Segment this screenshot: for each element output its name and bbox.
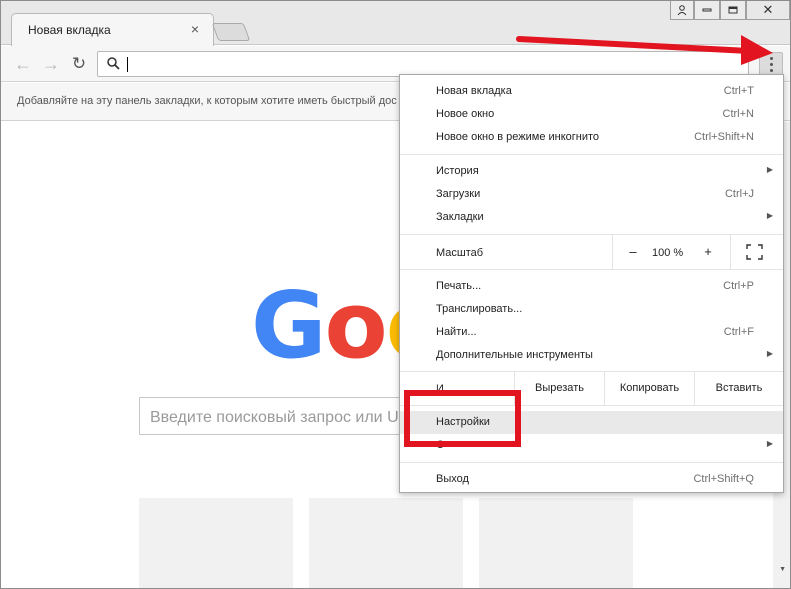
new-tab-button[interactable]	[211, 23, 251, 41]
cut-button[interactable]: Вырезать	[514, 371, 604, 405]
zoom-out-button[interactable]: –	[625, 244, 641, 259]
minimize-button[interactable]	[694, 1, 720, 20]
copy-button[interactable]: Копировать	[604, 371, 694, 405]
menu-item-history[interactable]: История ▶	[400, 160, 783, 183]
tab-new-tab[interactable]: Новая вкладка ×	[11, 13, 214, 46]
most-visited-tile[interactable]	[479, 498, 633, 588]
bookmarks-hint: Добавляйте на эту панель закладки, к кот…	[17, 95, 397, 107]
zoom-in-button[interactable]: +	[700, 244, 716, 259]
menu-item-downloads[interactable]: Загрузки Ctrl+J	[400, 183, 783, 206]
paste-button[interactable]: Вставить	[694, 371, 783, 405]
menu-zoom-row: Масштаб – 100 % +	[400, 235, 783, 269]
red-arrow-annotation	[516, 35, 773, 65]
zoom-level: 100 %	[652, 247, 684, 259]
most-visited-tile[interactable]	[139, 498, 293, 588]
menu-item-exit[interactable]: Выход Ctrl+Shift+Q	[400, 468, 783, 491]
most-visited-tile[interactable]	[309, 498, 463, 588]
menu-item-cast[interactable]: Транслировать...	[400, 298, 783, 321]
zoom-label: Масштаб	[436, 247, 484, 259]
menu-item-new-window[interactable]: Новое окно Ctrl+N	[400, 103, 783, 126]
text-cursor	[127, 57, 128, 72]
fullscreen-icon[interactable]	[746, 244, 763, 260]
chevron-right-icon: ▶	[766, 349, 773, 358]
back-button[interactable]: ←	[11, 52, 35, 76]
user-icon[interactable]	[670, 1, 694, 20]
reload-button[interactable]: ↻	[67, 52, 91, 76]
chevron-right-icon: ▶	[766, 439, 773, 448]
window-controls: ✕	[670, 1, 790, 21]
chevron-right-icon: ▶	[766, 211, 773, 220]
red-highlight-box	[404, 390, 521, 447]
tab-title: Новая вкладка	[28, 23, 111, 37]
menu-item-incognito[interactable]: Новое окно в режиме инкогнито Ctrl+Shift+…	[400, 126, 783, 149]
scroll-down-icon[interactable]: ▼	[779, 566, 786, 573]
search-icon	[107, 57, 120, 70]
menu-item-bookmarks[interactable]: Закладки ▶	[400, 206, 783, 229]
close-window-button[interactable]: ✕	[746, 1, 790, 20]
menu-item-new-tab[interactable]: Новая вкладка Ctrl+T	[400, 80, 783, 103]
forward-button[interactable]: →	[39, 52, 63, 76]
search-placeholder: Введите поисковый запрос или U	[150, 409, 399, 426]
menu-item-more-tools[interactable]: Дополнительные инструменты ▶	[400, 344, 783, 367]
browser-window: Новая вкладка × ✕ ← → ↻ Добавляйте на эт…	[0, 0, 791, 589]
restore-button[interactable]	[720, 1, 746, 20]
menu-item-find[interactable]: Найти... Ctrl+F	[400, 321, 783, 344]
menu-item-print[interactable]: Печать... Ctrl+P	[400, 275, 783, 298]
chevron-right-icon: ▶	[766, 165, 773, 174]
tab-close-icon[interactable]: ×	[187, 21, 203, 37]
